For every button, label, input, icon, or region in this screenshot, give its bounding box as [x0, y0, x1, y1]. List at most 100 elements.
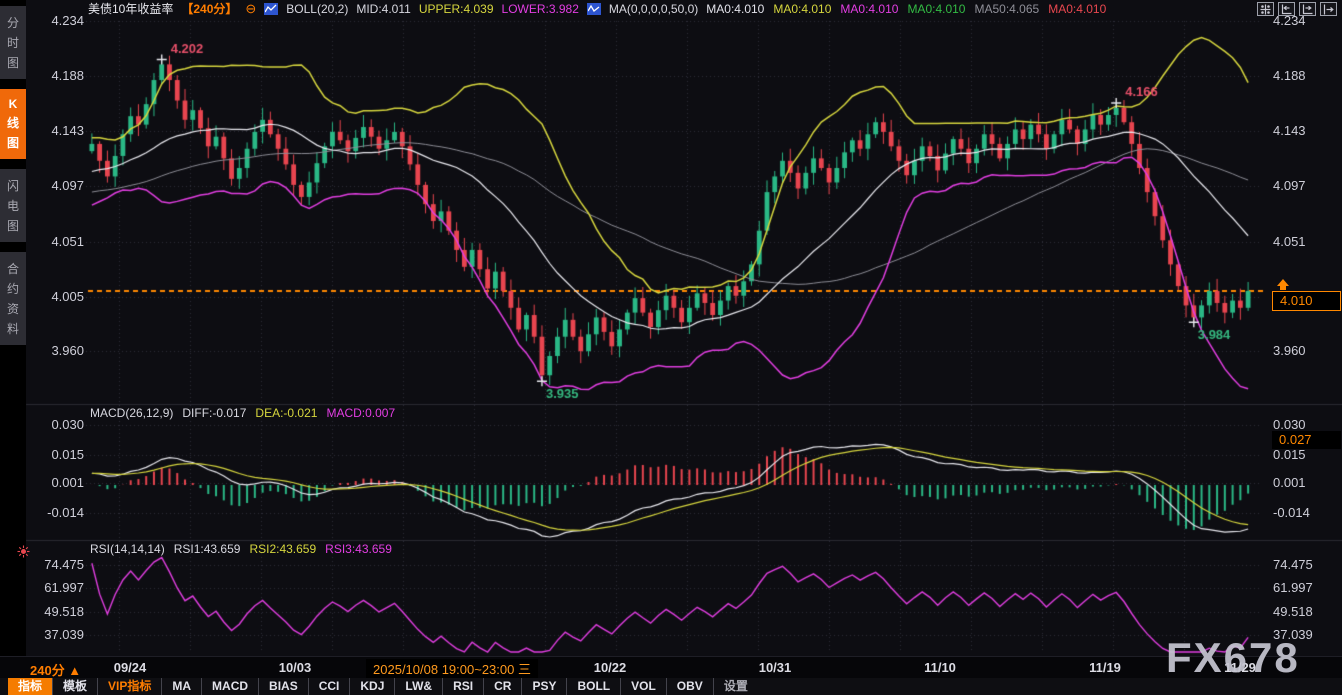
axis-tick-label: 61.997: [1273, 580, 1313, 595]
x-axis-date: 11/10: [924, 660, 956, 675]
axis-tick-label: 74.475: [44, 557, 84, 572]
ma-indicator-icon: [587, 3, 601, 15]
rsi2-value: RSI2:43.659: [249, 542, 316, 556]
axis-tick-label: 3.960: [1273, 343, 1306, 358]
axis-tick-label: 4.005: [51, 289, 84, 304]
toolbar-tab-BIAS[interactable]: BIAS: [259, 678, 309, 695]
toolbar-tab-CCI[interactable]: CCI: [309, 678, 351, 695]
ma-legend-value: MA0:4.010: [706, 2, 764, 16]
sidebar-item-char: 闪: [7, 177, 19, 194]
chart-canvas[interactable]: [0, 0, 1342, 695]
sidebar-item-char: 料: [7, 320, 19, 337]
hot-indicator-icon[interactable]: [17, 545, 30, 563]
sidebar-item-char: 资: [7, 300, 19, 317]
toolbar-tab-指标[interactable]: 指标: [8, 678, 53, 695]
macd-header: MACD(26,12,9) DIFF:-0.017 DEA:-0.021 MAC…: [90, 406, 395, 420]
axis-tick-label: 4.188: [1273, 68, 1306, 83]
sidebar-item-char: 分: [7, 14, 19, 31]
instrument-title: 美债10年收益率: [88, 0, 173, 17]
sidebar-item-分时图[interactable]: 分时图: [0, 6, 26, 79]
boll-indicator-icon: [264, 3, 278, 15]
x-axis-row: 240分 ▲ 09/24 10/03 10/22 10/31 11/10 11/19 11/…: [0, 656, 1342, 678]
macd-diff-value: DIFF:-0.017: [182, 406, 246, 420]
axis-tick-label: 3.960: [51, 343, 84, 358]
toolbar-tab-PSY[interactable]: PSY: [522, 678, 567, 695]
toolbar-tab-设置[interactable]: 设置: [714, 678, 758, 695]
toolbar-tab-VOL[interactable]: VOL: [621, 678, 667, 695]
rsi-label: RSI(14,14,14): [90, 542, 165, 556]
axis-tick-label: 0.015: [51, 447, 84, 462]
pan-tool-icon[interactable]: [1257, 2, 1274, 16]
sidebar-item-char: 线: [7, 114, 19, 131]
exit-pan-icon[interactable]: [1320, 2, 1337, 16]
x-axis-date: 10/03: [279, 660, 312, 675]
ma-legend-value: MA0:4.010: [1048, 2, 1106, 16]
sidebar-item-char: 图: [7, 134, 19, 151]
axis-tick-label: 0.030: [51, 417, 84, 432]
sidebar-item-K线图[interactable]: K线图: [0, 89, 26, 159]
sidebar-item-合约资料[interactable]: 合约资料: [0, 252, 26, 345]
toolbar-tab-模板[interactable]: 模板: [53, 678, 98, 695]
ma-legend-value: MA0:4.010: [773, 2, 831, 16]
macd-macd-value: MACD:0.007: [326, 406, 395, 420]
toolbar-tab-OBV[interactable]: OBV: [667, 678, 714, 695]
sidebar-item-char: 图: [7, 217, 19, 234]
sidebar-item-char: 电: [7, 197, 19, 214]
axis-tick-label: 4.143: [51, 123, 84, 138]
axis-tick-label: 4.051: [1273, 234, 1306, 249]
x-axis-date: 09/24: [114, 660, 147, 675]
price-up-arrow-stem: [1280, 286, 1286, 290]
toolbar-tab-KDJ[interactable]: KDJ: [350, 678, 395, 695]
timeframe-selector[interactable]: 240分 ▲: [30, 660, 81, 679]
x-axis-date: 11/29: [1224, 660, 1256, 675]
sidebar-item-char: K: [9, 97, 18, 111]
x-axis-date: 10/31: [759, 660, 792, 675]
ma-legend-value: MA50:4.065: [974, 2, 1039, 16]
macd-value-tag: 0.027: [1272, 431, 1341, 449]
sidebar: 分时图K线图闪电图合约资料: [0, 0, 26, 695]
axis-tick-label: 4.097: [51, 178, 84, 193]
ma-legend-value: MA0:4.010: [907, 2, 965, 16]
axis-tick-label: 61.997: [44, 580, 84, 595]
collapse-icon[interactable]: ⊖: [245, 1, 256, 17]
rsi-header: RSI(14,14,14) RSI1:43.659 RSI2:43.659 RS…: [90, 542, 392, 556]
boll-mid-value: MID:4.011: [356, 2, 410, 16]
axis-tick-label: 0.001: [51, 475, 84, 490]
sidebar-item-char: 合: [7, 260, 19, 277]
price-up-arrow-icon: [1277, 279, 1289, 286]
axis-tick-label: 49.518: [44, 604, 84, 619]
toolbar-tab-RSI[interactable]: RSI: [443, 678, 484, 695]
axis-tick-label: 4.097: [1273, 178, 1306, 193]
ma-legend-value: MA0:4.010: [840, 2, 898, 16]
rsi3-value: RSI3:43.659: [325, 542, 392, 556]
axis-tick-label: -0.014: [47, 505, 84, 520]
macd-dea-value: DEA:-0.021: [255, 406, 317, 420]
axis-tick-label: 0.001: [1273, 475, 1306, 490]
indicator-toolbar: 指标模板VIP指标MAMACDBIASCCIKDJLW&RSICRPSYBOLL…: [0, 678, 1342, 695]
toolbar-tab-MA[interactable]: MA: [162, 678, 202, 695]
chart-window-controls: [1257, 2, 1337, 16]
x-axis-date: 11/19: [1089, 660, 1121, 675]
timeframe-label: 【240分】: [181, 0, 237, 17]
axis-tick-label: 0.015: [1273, 447, 1306, 462]
toolbar-tab-BOLL[interactable]: BOLL: [567, 678, 621, 695]
sidebar-item-char: 图: [7, 54, 19, 71]
boll-lower-value: LOWER:3.982: [502, 2, 579, 16]
crosshair-date-label: 2025/10/08 19:00~23:00 三: [366, 659, 538, 678]
toolbar-tab-LW&[interactable]: LW&: [395, 678, 443, 695]
toolbar-tab-CR[interactable]: CR: [484, 678, 522, 695]
rsi1-value: RSI1:43.659: [174, 542, 241, 556]
toolbar-tab-VIP指标[interactable]: VIP指标: [98, 678, 162, 695]
macd-label: MACD(26,12,9): [90, 406, 173, 420]
sidebar-item-char: 时: [7, 34, 19, 51]
x-axis-date: 10/22: [594, 660, 627, 675]
axis-tick-label: 4.051: [51, 234, 84, 249]
sidebar-item-闪电图[interactable]: 闪电图: [0, 169, 26, 242]
scale-right-icon[interactable]: [1299, 2, 1316, 16]
current-price-tag: 4.010: [1272, 291, 1341, 311]
sidebar-item-char: 约: [7, 280, 19, 297]
toolbar-tab-MACD[interactable]: MACD: [202, 678, 259, 695]
scale-left-icon[interactable]: [1278, 2, 1295, 16]
axis-tick-label: 4.188: [51, 68, 84, 83]
chart-header: 美债10年收益率 【240分】 ⊖ BOLL(20,2) MID:4.011 U…: [88, 1, 1106, 16]
